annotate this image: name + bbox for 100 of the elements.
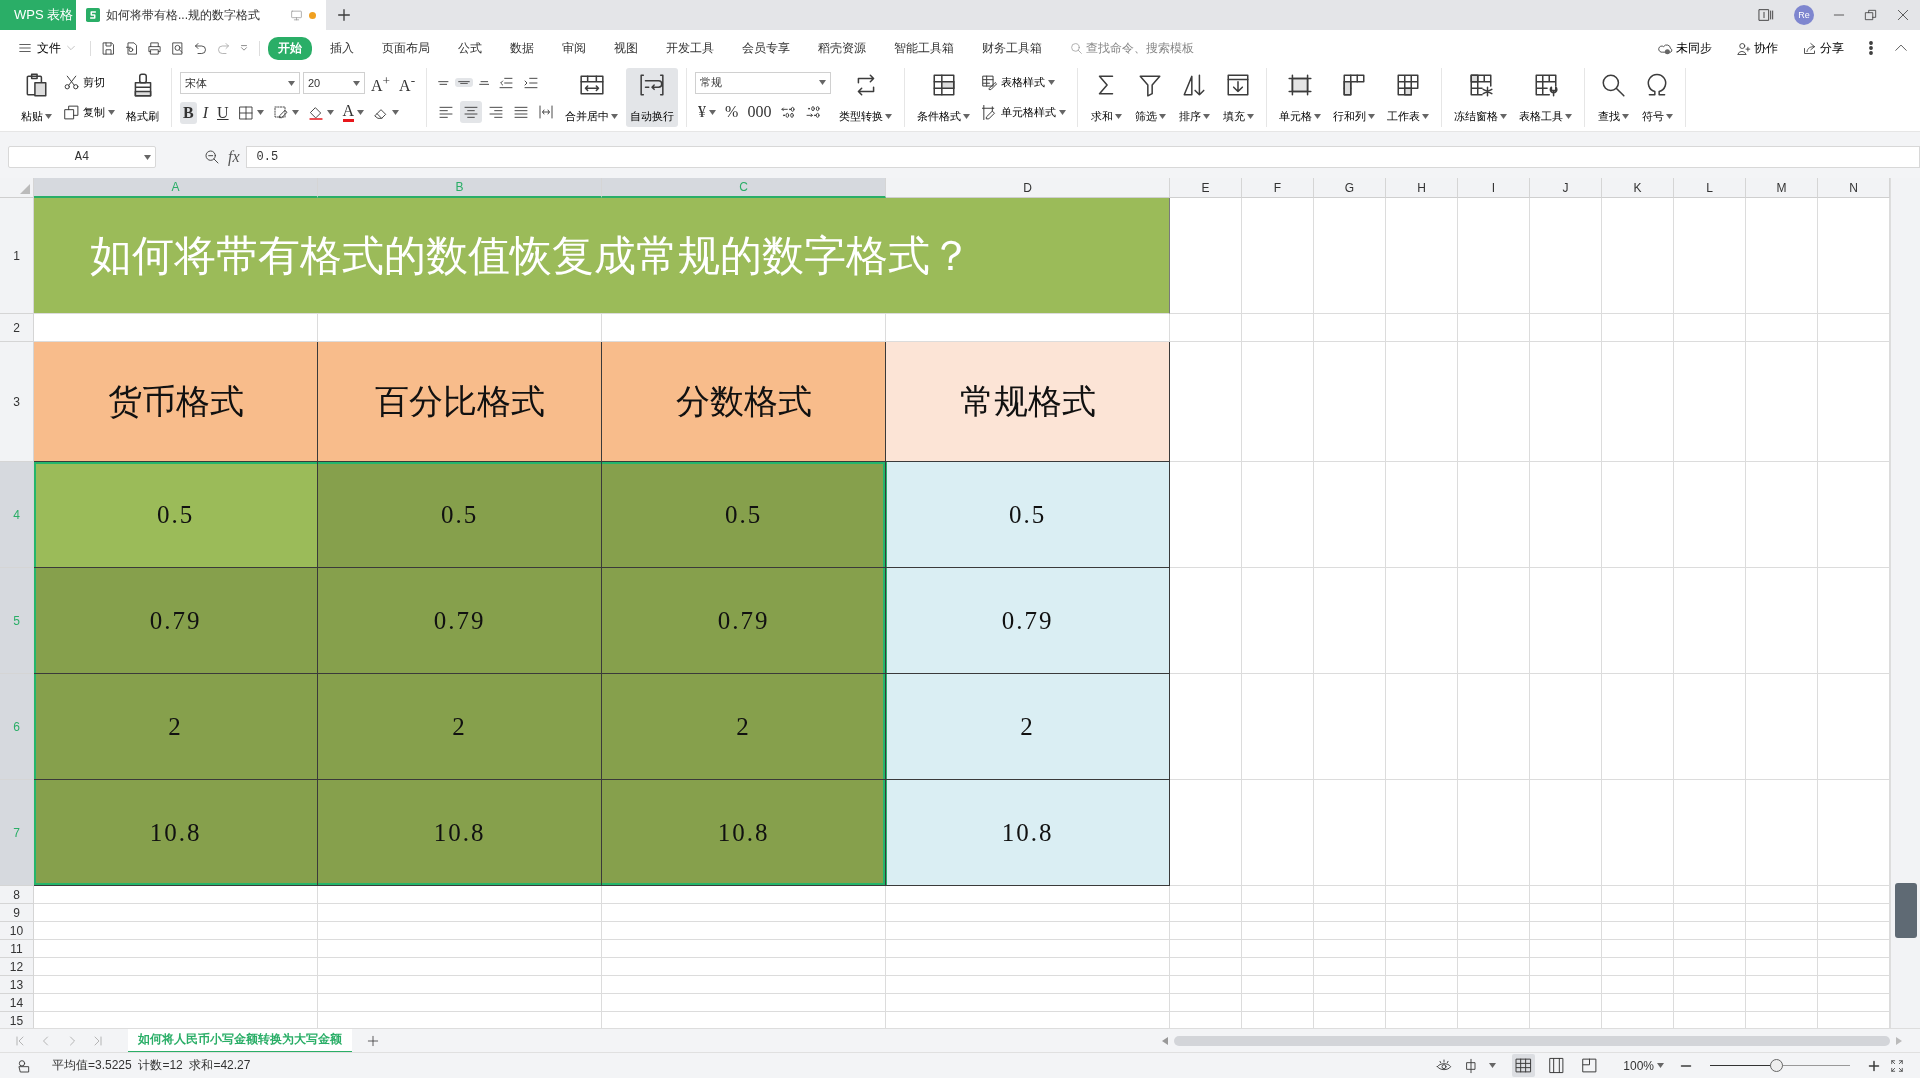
ribbon-tab[interactable]: 智能工具箱 bbox=[884, 36, 964, 60]
empty-cell[interactable] bbox=[886, 976, 1170, 994]
table-cell[interactable]: 2 bbox=[34, 674, 318, 780]
undo-icon[interactable] bbox=[193, 40, 208, 56]
empty-cell[interactable] bbox=[1746, 568, 1818, 674]
table-cell[interactable]: 0.5 bbox=[886, 462, 1170, 568]
empty-cell[interactable] bbox=[1746, 976, 1818, 994]
empty-cell[interactable] bbox=[1602, 904, 1674, 922]
empty-cell[interactable] bbox=[886, 922, 1170, 940]
empty-cell[interactable] bbox=[1746, 904, 1818, 922]
formula-input[interactable]: 0.5 bbox=[245, 146, 1920, 168]
empty-cell[interactable] bbox=[318, 958, 602, 976]
zoom-in-icon[interactable] bbox=[1868, 1059, 1880, 1072]
column-header[interactable]: J bbox=[1530, 178, 1602, 198]
empty-cell[interactable] bbox=[1242, 780, 1314, 886]
dropdown-field[interactable]: 宋体 bbox=[180, 72, 300, 95]
toolbar-button[interactable] bbox=[460, 101, 483, 124]
ribbon-button[interactable]: 工作表 bbox=[1383, 68, 1434, 127]
row-header[interactable]: 10 bbox=[0, 922, 34, 940]
empty-cell[interactable] bbox=[1674, 674, 1746, 780]
empty-cell[interactable] bbox=[1530, 976, 1602, 994]
empty-cell[interactable] bbox=[1386, 314, 1458, 342]
select-all-icon[interactable] bbox=[20, 184, 30, 194]
scrollbar-thumb[interactable] bbox=[1895, 883, 1917, 938]
name-box[interactable]: A4 bbox=[8, 146, 156, 168]
empty-cell[interactable] bbox=[1602, 462, 1674, 568]
empty-cell[interactable] bbox=[1314, 886, 1386, 904]
table-cell[interactable]: 0.79 bbox=[886, 568, 1170, 674]
empty-cell[interactable] bbox=[1746, 674, 1818, 780]
ribbon-button[interactable]: 自动换行 bbox=[626, 68, 679, 127]
empty-cell[interactable] bbox=[1314, 904, 1386, 922]
row-header[interactable]: 12 bbox=[0, 958, 34, 976]
empty-cell[interactable] bbox=[1314, 958, 1386, 976]
table-cell[interactable]: 2 bbox=[318, 674, 602, 780]
table-cell[interactable]: 2 bbox=[886, 674, 1170, 780]
empty-cell[interactable] bbox=[1674, 922, 1746, 940]
window-count-icon[interactable] bbox=[1756, 7, 1776, 23]
empty-cell[interactable] bbox=[886, 886, 1170, 904]
empty-cell[interactable] bbox=[1674, 904, 1746, 922]
row-header[interactable]: 11 bbox=[0, 940, 34, 958]
ribbon-button[interactable]: 表格工具 bbox=[1515, 68, 1577, 127]
redo-icon[interactable] bbox=[216, 40, 231, 56]
format-button[interactable]: A$^{+}$ bbox=[368, 69, 394, 97]
empty-cell[interactable] bbox=[1602, 958, 1674, 976]
empty-cell[interactable] bbox=[602, 976, 886, 994]
new-tab-icon[interactable] bbox=[336, 7, 352, 23]
column-header[interactable]: G bbox=[1314, 178, 1386, 198]
empty-cell[interactable] bbox=[602, 940, 886, 958]
dropdown-field[interactable]: 常规 bbox=[695, 71, 832, 94]
export-icon[interactable] bbox=[124, 40, 139, 56]
empty-cell[interactable] bbox=[1314, 314, 1386, 342]
last-sheet-icon[interactable] bbox=[92, 1034, 104, 1047]
column-header[interactable]: L bbox=[1674, 178, 1746, 198]
empty-cell[interactable] bbox=[1602, 314, 1674, 342]
empty-cell[interactable] bbox=[1242, 976, 1314, 994]
empty-cell[interactable] bbox=[1458, 568, 1530, 674]
first-sheet-icon[interactable] bbox=[14, 1034, 26, 1047]
format-button[interactable]: A$^{-}$ bbox=[396, 69, 419, 97]
empty-cell[interactable] bbox=[1386, 780, 1458, 886]
format-button[interactable]: U bbox=[214, 101, 232, 124]
empty-cell[interactable] bbox=[1602, 674, 1674, 780]
empty-cell[interactable] bbox=[1674, 958, 1746, 976]
empty-cell[interactable] bbox=[1242, 674, 1314, 780]
more-options-icon[interactable] bbox=[1868, 40, 1874, 56]
empty-cell[interactable] bbox=[1530, 904, 1602, 922]
table-cell[interactable]: 0.5 bbox=[602, 462, 886, 568]
empty-cell[interactable] bbox=[1602, 994, 1674, 1012]
empty-cell[interactable] bbox=[1170, 314, 1242, 342]
table-cell[interactable]: 10.8 bbox=[886, 780, 1170, 886]
dropdown-field[interactable]: 20 bbox=[303, 72, 365, 95]
empty-cell[interactable] bbox=[1458, 958, 1530, 976]
add-sheet-icon[interactable] bbox=[366, 1033, 380, 1048]
empty-cell[interactable] bbox=[1674, 976, 1746, 994]
empty-cell[interactable] bbox=[1602, 886, 1674, 904]
empty-cell[interactable] bbox=[1746, 314, 1818, 342]
toolbar-button[interactable]: 协作 bbox=[1730, 38, 1784, 58]
empty-cell[interactable] bbox=[318, 922, 602, 940]
header-cell[interactable]: 百分比格式 bbox=[318, 342, 602, 462]
empty-cell[interactable] bbox=[1242, 568, 1314, 674]
empty-cell[interactable] bbox=[1602, 780, 1674, 886]
empty-cell[interactable] bbox=[1170, 342, 1242, 462]
empty-cell[interactable] bbox=[1170, 568, 1242, 674]
ribbon-button[interactable]: 单元格样式 bbox=[978, 100, 1070, 124]
table-cell[interactable]: 10.8 bbox=[602, 780, 886, 886]
empty-cell[interactable] bbox=[1458, 886, 1530, 904]
ribbon-tab[interactable]: 稻壳资源 bbox=[808, 36, 876, 60]
vertical-scrollbar[interactable] bbox=[1890, 178, 1920, 1028]
empty-cell[interactable] bbox=[1746, 462, 1818, 568]
document-tab[interactable]: 如何将带有格...规的数字格式 bbox=[76, 0, 326, 30]
print-preview-icon[interactable] bbox=[170, 40, 185, 56]
macro-icon[interactable] bbox=[16, 1057, 32, 1074]
ribbon-button[interactable]: 格式刷 bbox=[122, 68, 163, 127]
empty-cell[interactable] bbox=[1458, 780, 1530, 886]
empty-cell[interactable] bbox=[1674, 886, 1746, 904]
empty-cell[interactable] bbox=[1530, 314, 1602, 342]
empty-cell[interactable] bbox=[1242, 342, 1314, 462]
empty-cell[interactable] bbox=[1242, 886, 1314, 904]
empty-cell[interactable] bbox=[602, 904, 886, 922]
empty-cell[interactable] bbox=[1170, 976, 1242, 994]
empty-cell[interactable] bbox=[1602, 342, 1674, 462]
